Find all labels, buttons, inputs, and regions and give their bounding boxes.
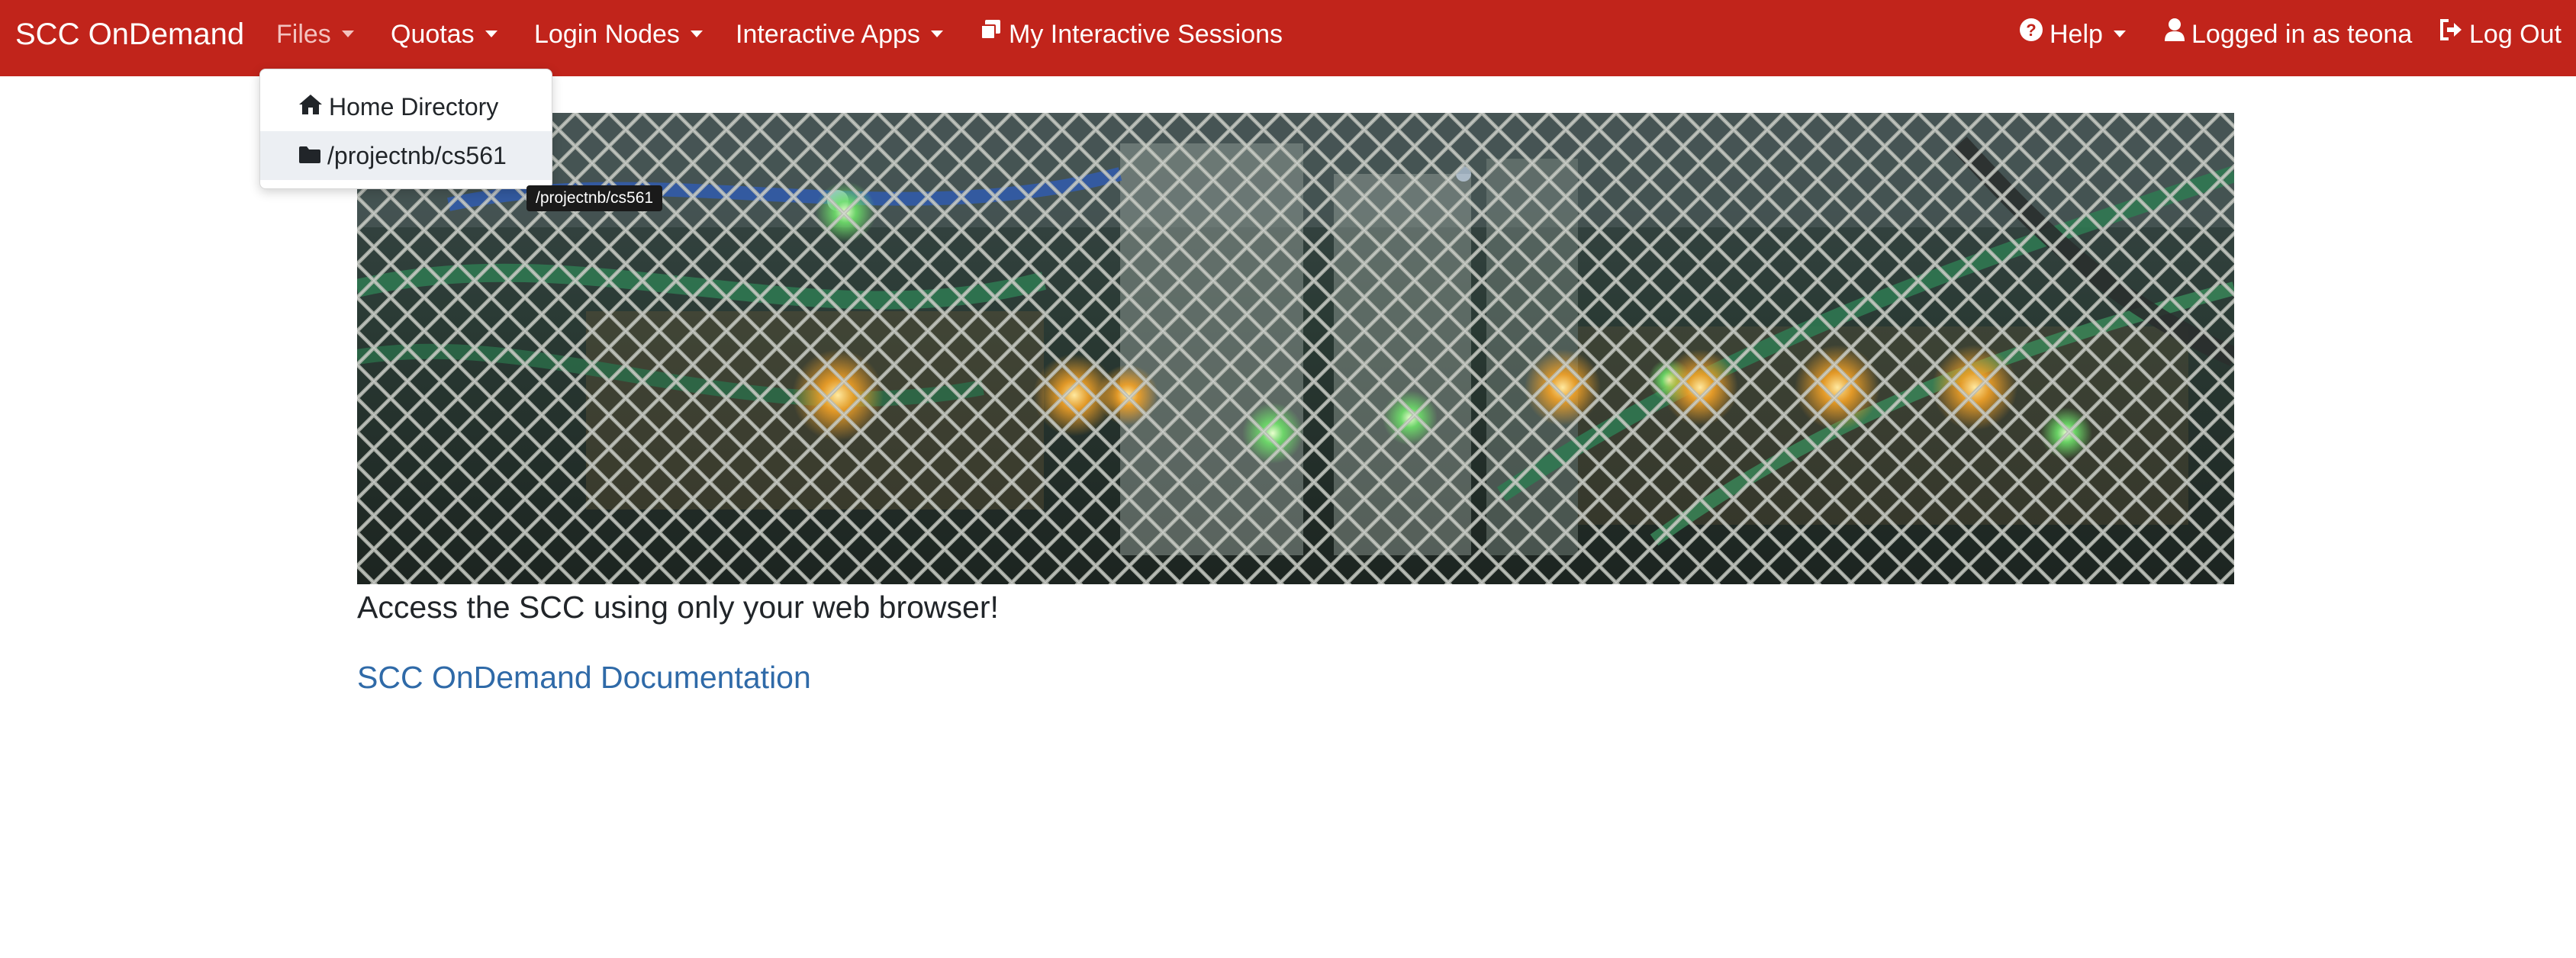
folder-icon [298,131,321,180]
chevron-down-icon [2113,30,2126,37]
logged-in-label: Logged in as teona [2191,20,2413,49]
svg-text:?: ? [2026,21,2036,40]
files-dropdown-menu: Home Directory /projectnb/cs561 [259,69,552,189]
navbar: SCC OnDemand Files Quotas Login Nodes In… [0,0,2576,76]
log-out-link[interactable]: Log Out [2439,0,2562,69]
my-interactive-sessions-link[interactable]: My Interactive Sessions [978,0,1283,69]
home-directory-item[interactable]: Home Directory [260,82,552,131]
chevron-down-icon [341,30,354,37]
help-menu-label: Help [2050,20,2103,49]
files-menu[interactable]: Files [276,0,354,69]
tagline: Access the SCC using only your web brows… [357,590,999,625]
window-restore-icon [978,0,1003,68]
my-sessions-label: My Interactive Sessions [1009,20,1283,49]
files-menu-label: Files [276,20,331,49]
home-directory-label: Home Directory [329,93,499,121]
log-out-label: Log Out [2469,20,2562,49]
path-tooltip: /projectnb/cs561 [526,185,663,211]
login-nodes-menu[interactable]: Login Nodes [534,0,703,69]
hero-image [357,113,2234,584]
chevron-down-icon [690,30,703,37]
help-menu[interactable]: ? Help [2019,0,2126,69]
interactive-apps-menu-label: Interactive Apps [736,20,920,49]
projectnb-cs561-label: /projectnb/cs561 [327,142,507,169]
quotas-menu-label: Quotas [391,20,475,49]
logged-in-user: Logged in as teona [2164,0,2412,69]
documentation-link[interactable]: SCC OnDemand Documentation [357,654,811,700]
chevron-down-icon [485,30,497,37]
question-circle-icon: ? [2019,0,2043,68]
quotas-menu[interactable]: Quotas [391,0,497,69]
brand-link[interactable]: SCC OnDemand [15,0,244,76]
login-nodes-menu-label: Login Nodes [534,20,680,49]
home-icon [298,82,323,131]
user-icon [2164,0,2185,68]
interactive-apps-menu[interactable]: Interactive Apps [736,0,943,69]
projectnb-cs561-item[interactable]: /projectnb/cs561 [260,131,552,180]
chevron-down-icon [930,30,943,37]
sign-out-icon [2439,0,2463,68]
